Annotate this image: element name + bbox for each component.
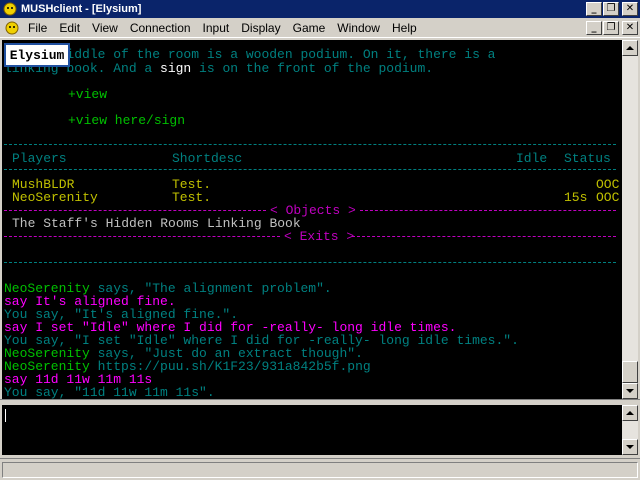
header-status: Status [564, 151, 611, 166]
player-shortdesc: Test. [172, 190, 212, 205]
scroll-thumb[interactable] [622, 361, 638, 383]
menu-view[interactable]: View [86, 21, 124, 35]
arrow-down-icon [626, 389, 634, 393]
output-window[interactable]: In the middle of the room is a wooden po… [2, 40, 622, 399]
menu-input[interactable]: Input [197, 21, 236, 35]
player-status: OOC [596, 190, 620, 205]
input-scroll-down-button[interactable] [622, 439, 638, 455]
menu-help[interactable]: Help [386, 21, 423, 35]
arrow-up-icon [626, 46, 634, 50]
divider [4, 236, 280, 237]
scroll-down-button[interactable] [622, 383, 638, 399]
object-item[interactable]: The Staff's Hidden Rooms Linking Book [12, 217, 301, 230]
document-icon[interactable] [2, 19, 22, 37]
arrow-down-icon [626, 445, 634, 449]
menu-game[interactable]: Game [287, 21, 332, 35]
close-button[interactable]: ✕ [622, 2, 638, 16]
command-view[interactable]: +view [68, 88, 107, 101]
command-view-sign[interactable]: +view here/sign [68, 114, 185, 127]
divider [4, 262, 616, 263]
world-name-badge: Elysium [4, 43, 70, 67]
divider [4, 210, 266, 211]
title-bar: MUSHclient - [Elysium] _ ❐ ✕ [0, 0, 640, 18]
divider [4, 169, 616, 170]
mushclient-icon[interactable] [2, 1, 18, 17]
room-desc-line-1: In the middle of the room is a wooden po… [4, 47, 496, 62]
header-idle: Idle [516, 151, 548, 166]
player-idle: 15s [564, 190, 588, 205]
menu-connection[interactable]: Connection [124, 21, 197, 35]
sign-link[interactable]: sign [160, 61, 191, 76]
chat-line: You say, "11d 11w 11m 11s". [4, 385, 215, 399]
menu-display[interactable]: Display [235, 21, 286, 35]
divider [352, 236, 616, 237]
doc-minimize-button[interactable]: _ [586, 21, 602, 35]
maximize-button[interactable]: ❐ [603, 2, 619, 16]
status-bar [0, 458, 640, 480]
text-caret [5, 409, 6, 422]
scroll-up-button[interactable] [622, 40, 638, 56]
doc-close-button[interactable]: ✕ [622, 21, 638, 35]
header-shortdesc: Shortdesc [172, 151, 243, 166]
player-name: NeoSerenity [12, 190, 98, 205]
arrow-up-icon [626, 411, 634, 415]
header-players: Players [12, 151, 67, 166]
command-input[interactable] [2, 405, 622, 455]
divider [360, 210, 616, 211]
window-title: MUSHclient - [Elysium] [21, 3, 142, 15]
menu-window[interactable]: Window [331, 21, 386, 35]
input-scroll-up-button[interactable] [622, 405, 638, 421]
menu-edit[interactable]: Edit [53, 21, 86, 35]
minimize-button[interactable]: _ [586, 2, 602, 16]
menu-bar: File Edit View Connection Input Display … [0, 18, 640, 38]
status-panel [2, 462, 638, 478]
doc-restore-button[interactable]: ❐ [603, 21, 619, 35]
menu-file[interactable]: File [22, 21, 53, 35]
exits-header: < Exits > [284, 229, 355, 244]
divider [4, 144, 616, 145]
output-scrollbar[interactable] [622, 40, 638, 399]
input-scrollbar[interactable] [622, 405, 638, 455]
